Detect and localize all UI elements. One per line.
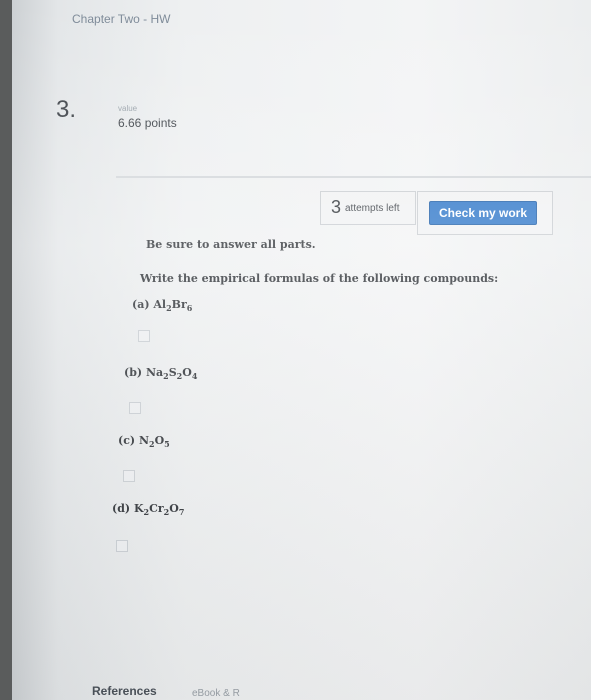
value-label: value <box>118 104 138 113</box>
instruction-answer-all: Be sure to answer all parts. <box>146 238 316 251</box>
attempts-label: attempts left <box>345 203 400 214</box>
check-my-work-button[interactable]: Check my work <box>429 201 537 225</box>
part-c-label: (c) N2O5 <box>118 434 170 449</box>
formula-subscript: 6 <box>186 303 193 314</box>
answer-input-a[interactable] <box>138 330 150 342</box>
formula-subscript: 7 <box>178 507 185 518</box>
part-d-label: (d) K2Cr2O7 <box>112 502 184 517</box>
formula-text: K <box>133 502 144 515</box>
part-a-letter: (a) <box>132 298 154 311</box>
header-divider <box>116 176 591 178</box>
attempts-count: 3 <box>331 197 342 217</box>
part-d-letter: (d) <box>112 502 134 515</box>
formula-text: O <box>154 434 165 447</box>
formula-text: O <box>169 502 179 515</box>
formula-text: O <box>182 366 192 379</box>
answer-input-c[interactable] <box>123 470 135 482</box>
formula-text: Cr <box>149 502 164 515</box>
question-number: 3. <box>56 96 77 123</box>
answer-input-b[interactable] <box>129 402 141 414</box>
formula-text: S <box>168 366 177 379</box>
ebook-resources-link[interactable]: eBook & R <box>192 688 240 699</box>
chapter-title: Chapter Two - HW <box>72 12 171 26</box>
points-value: 6.66 points <box>118 116 177 130</box>
formula-subscript: 4 <box>191 371 198 382</box>
part-b-letter: (b) <box>124 366 146 379</box>
instruction-empirical-formulas: Write the empirical formulas of the foll… <box>140 272 499 285</box>
part-a-label: (a) Al2Br6 <box>132 298 192 313</box>
answer-input-d[interactable] <box>116 540 128 552</box>
check-work-panel: Check my work <box>417 191 553 235</box>
formula-subscript: 5 <box>164 439 170 450</box>
part-b-label: (b) Na2S2O4 <box>124 366 197 381</box>
formula-text: Al <box>153 298 167 311</box>
formula-text: N <box>138 434 149 447</box>
homework-screen: Chapter Two - HW 3. value 6.66 points 3 … <box>12 0 591 700</box>
formula-text: Na <box>145 366 164 379</box>
references-link[interactable]: References <box>92 684 157 698</box>
screen-glare <box>12 0 591 700</box>
formula-text: Br <box>171 298 187 311</box>
attempts-counter: 3 attempts left <box>320 191 416 225</box>
part-c-letter: (c) <box>118 434 139 447</box>
